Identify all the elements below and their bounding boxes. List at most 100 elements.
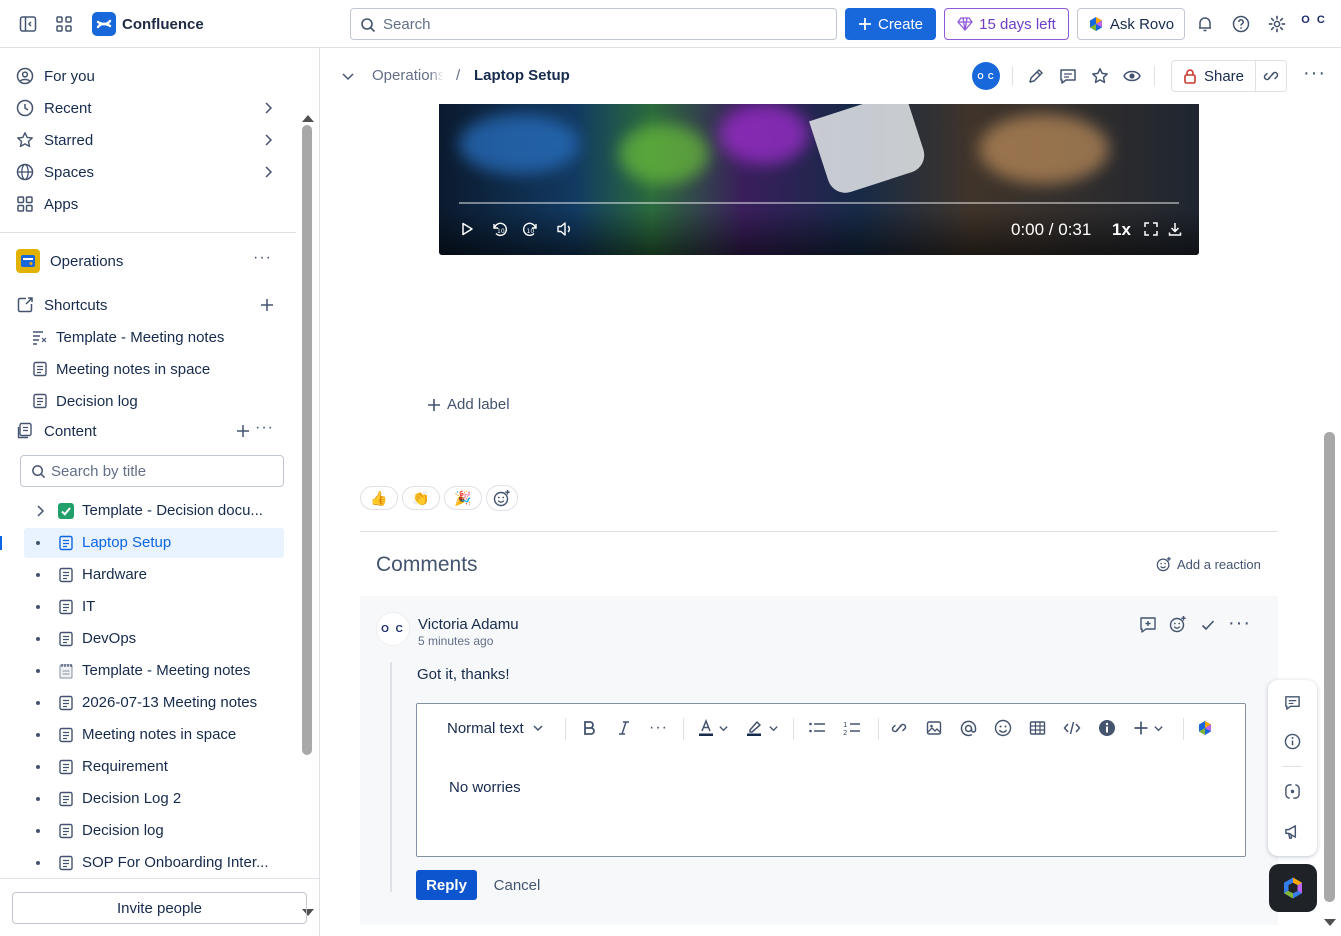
bold-icon[interactable]	[581, 716, 597, 740]
video-progress-track[interactable]	[459, 202, 1179, 204]
reaction-clap[interactable]: 👏	[402, 486, 440, 510]
comment-author-avatar[interactable]: O C	[376, 612, 410, 646]
highlight-color-icon[interactable]	[746, 716, 779, 740]
rewind-10-icon[interactable]: 10	[490, 220, 508, 238]
content-header[interactable]: Content ···	[16, 417, 280, 445]
notifications-icon[interactable]	[1191, 10, 1219, 38]
global-search-input[interactable]: Search	[350, 8, 837, 40]
app-switcher-icon[interactable]	[50, 10, 78, 38]
tree-item[interactable]: Decision log	[24, 816, 284, 846]
invite-people-button[interactable]: Invite people	[12, 892, 307, 924]
tree-item[interactable]: SOP For Onboarding Inter...	[24, 848, 284, 878]
sidebar-scrollbar[interactable]	[300, 113, 315, 918]
bullet-list-icon[interactable]	[808, 716, 826, 740]
star-icon[interactable]	[1091, 67, 1109, 85]
sidebar-item-recent[interactable]: Recent	[16, 94, 280, 122]
tree-item[interactable]: Template - Decision docu...	[24, 496, 284, 526]
breadcrumb-current[interactable]: Laptop Setup	[474, 67, 570, 84]
tree-item[interactable]: Meeting notes in space	[24, 720, 284, 750]
emoji-icon[interactable]	[994, 716, 1012, 740]
space-operations[interactable]: Operations ···	[16, 247, 280, 275]
link-icon[interactable]	[891, 716, 907, 740]
comment-author-name[interactable]: Victoria Adamu	[418, 616, 519, 633]
comment-icon[interactable]	[1059, 67, 1077, 85]
page-more-icon[interactable]: ···	[1303, 62, 1326, 85]
code-snippet-icon[interactable]	[1063, 716, 1081, 740]
space-more-icon[interactable]: ···	[253, 249, 272, 267]
scroll-down-arrow-icon[interactable]	[1323, 918, 1337, 928]
settings-gear-icon[interactable]	[1263, 10, 1291, 38]
chevron-right-icon[interactable]	[34, 504, 46, 518]
shortcut-item[interactable]: Template - Meeting notes	[32, 323, 280, 351]
reaction-party[interactable]: 🎉	[444, 486, 482, 510]
tree-item-selected[interactable]: Laptop Setup	[0, 528, 284, 558]
comment-editor[interactable]: Normal text ··· 12 No worries	[416, 703, 1246, 857]
help-icon[interactable]	[1227, 10, 1255, 38]
reaction-thumbs-up[interactable]: 👍	[360, 486, 398, 510]
volume-icon[interactable]	[556, 221, 574, 237]
main-scrollbar[interactable]	[1322, 104, 1337, 936]
add-a-reaction-button[interactable]: Add a reaction	[1156, 556, 1261, 572]
tree-item[interactable]: IT	[24, 592, 284, 622]
table-icon[interactable]	[1029, 716, 1046, 740]
loop-app-icon[interactable]	[1284, 783, 1301, 800]
numbered-list-icon[interactable]: 12	[843, 716, 861, 740]
add-content-plus-icon[interactable]	[236, 424, 250, 438]
shortcuts-header[interactable]: Shortcuts	[16, 291, 280, 319]
share-button[interactable]: Share	[1171, 60, 1256, 92]
main-scroll-thumb[interactable]	[1324, 432, 1335, 902]
tree-item[interactable]: Template - Meeting notes	[24, 656, 284, 686]
content-more-icon[interactable]: ···	[255, 419, 274, 437]
page-info-icon[interactable]	[1284, 733, 1301, 750]
resolve-check-icon[interactable]	[1200, 617, 1216, 633]
scroll-up-arrow-icon[interactable]	[301, 113, 315, 123]
announcement-megaphone-icon[interactable]	[1284, 823, 1301, 840]
italic-icon[interactable]	[616, 716, 632, 740]
tree-item[interactable]: 2026-07-13 Meeting notes	[24, 688, 284, 718]
text-style-dropdown[interactable]: Normal text	[447, 716, 544, 740]
collaborator-avatar[interactable]: O C	[972, 62, 1000, 90]
play-icon[interactable]	[459, 221, 475, 237]
ask-rovo-button[interactable]: Ask Rovo	[1077, 8, 1185, 40]
comments-panel-icon[interactable]	[1284, 694, 1301, 711]
watch-eye-icon[interactable]	[1123, 67, 1141, 85]
add-emoji-icon[interactable]	[1169, 615, 1187, 633]
sidebar-item-starred[interactable]: Starred	[16, 126, 280, 154]
video-player[interactable]: 10 10 0:00 / 0:31 1x	[439, 104, 1199, 255]
insert-more-icon[interactable]	[1133, 716, 1164, 740]
add-label-button[interactable]: Add label	[427, 396, 510, 413]
more-formatting-icon[interactable]: ···	[649, 716, 668, 740]
content-search-input[interactable]: Search by title	[20, 455, 284, 487]
rovo-chat-button[interactable]	[1269, 864, 1317, 912]
copy-link-button[interactable]	[1255, 60, 1287, 92]
rovo-ai-icon[interactable]	[1197, 716, 1213, 740]
forward-10-icon[interactable]: 10	[522, 220, 540, 238]
comment-more-icon[interactable]: ···	[1228, 612, 1251, 635]
comment-draft-text[interactable]: No worries	[449, 779, 521, 796]
create-button[interactable]: Create	[845, 8, 936, 40]
breadcrumb-parent[interactable]: Operations	[372, 67, 444, 84]
playback-speed-button[interactable]: 1x	[1112, 220, 1131, 240]
text-color-icon[interactable]	[698, 716, 729, 740]
image-icon[interactable]	[926, 716, 942, 740]
download-icon[interactable]	[1167, 221, 1183, 237]
collapse-chevron-down-icon[interactable]	[340, 68, 356, 84]
sidebar-toggle-icon[interactable]	[14, 10, 42, 38]
reply-comment-icon[interactable]	[1139, 616, 1157, 634]
tree-item[interactable]: Hardware	[24, 560, 284, 590]
profile-avatar[interactable]: O C	[1301, 15, 1327, 26]
tree-item[interactable]: Decision Log 2	[24, 784, 284, 814]
sidebar-item-for-you[interactable]: For you	[16, 62, 280, 90]
sidebar-item-spaces[interactable]: Spaces	[16, 158, 280, 186]
add-reaction-button[interactable]	[486, 485, 518, 511]
info-panel-icon[interactable]	[1098, 716, 1116, 740]
trial-button[interactable]: 15 days left	[944, 8, 1069, 40]
comment-timestamp[interactable]: 5 minutes ago	[418, 634, 493, 648]
reply-button[interactable]: Reply	[416, 870, 477, 900]
confluence-logo[interactable]: Confluence	[92, 12, 204, 36]
fullscreen-icon[interactable]	[1143, 221, 1159, 237]
shortcut-item[interactable]: Meeting notes in space	[32, 355, 280, 383]
tree-item[interactable]: Requirement	[24, 752, 284, 782]
sidebar-scroll-thumb[interactable]	[302, 125, 312, 755]
sidebar-item-apps[interactable]: Apps	[16, 190, 280, 218]
